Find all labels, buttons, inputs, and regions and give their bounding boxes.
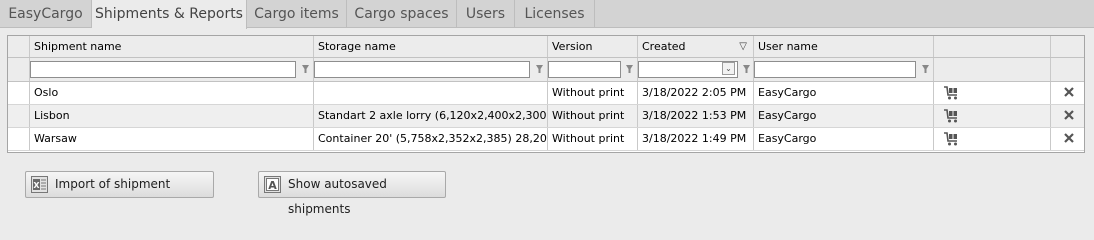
funnel-icon[interactable] — [625, 62, 634, 76]
column-header-storage-name[interactable]: Storage name — [314, 36, 548, 57]
column-header-created[interactable]: Created ▽ — [638, 36, 754, 57]
column-header-shipment-name[interactable]: Shipment name — [30, 36, 314, 57]
shipment-name-filter-input[interactable] — [30, 61, 296, 78]
storage-name-filter-input[interactable] — [314, 61, 530, 78]
delete-x-icon[interactable] — [1064, 87, 1074, 97]
row-indicator[interactable] — [8, 105, 30, 127]
table-row[interactable]: Warsaw Container 20' (5,758x2,352x2,385)… — [8, 128, 1084, 151]
shipment-name-cell[interactable]: Warsaw — [30, 128, 314, 150]
created-cell[interactable]: 3/18/2022 1:53 PM — [638, 105, 754, 127]
svg-text:A: A — [268, 179, 277, 192]
storage-name-cell[interactable] — [314, 82, 548, 104]
column-header-delete — [1051, 36, 1084, 57]
storage-name-cell[interactable]: Container 20' (5,758x2,352x2,385) 28,200 — [314, 128, 548, 150]
user-name-cell[interactable]: EasyCargo — [754, 105, 934, 127]
funnel-icon[interactable] — [742, 62, 751, 76]
tab-users[interactable]: Users — [457, 0, 515, 28]
user-name-cell[interactable]: EasyCargo — [754, 128, 934, 150]
version-cell[interactable]: Without print — [548, 82, 638, 104]
row-indicator-filter — [8, 58, 30, 81]
funnel-icon[interactable] — [921, 62, 930, 76]
import-shipment-button[interactable]: X Import of shipment — [25, 171, 214, 198]
funnel-icon[interactable] — [535, 62, 544, 76]
excel-icon: X — [31, 176, 48, 193]
storage-name-cell[interactable]: Standart 2 axle lorry (6,120x2,400x2,300… — [314, 105, 548, 127]
filter-cell-created: ⌄ — [638, 58, 754, 81]
tab-bar: EasyCargo Shipments & Reports Cargo item… — [0, 0, 1094, 29]
funnel-icon[interactable] — [301, 62, 310, 76]
version-filter-input[interactable] — [548, 61, 621, 78]
column-header-version[interactable]: Version — [548, 36, 638, 57]
shipments-grid: Shipment name Storage name Version Creat… — [7, 35, 1085, 153]
filter-cell-storage-name — [314, 58, 548, 81]
tab-cargo-spaces[interactable]: Cargo spaces — [347, 0, 457, 28]
cart-icon[interactable] — [943, 109, 959, 123]
tab-easycargo[interactable]: EasyCargo — [0, 0, 92, 28]
sort-descending-icon: ▽ — [739, 41, 747, 52]
load-cell — [934, 82, 1051, 104]
column-header-user-name[interactable]: User name — [754, 36, 934, 57]
delete-cell — [1051, 82, 1084, 104]
created-cell[interactable]: 3/18/2022 1:49 PM — [638, 128, 754, 150]
svg-text:X: X — [33, 181, 40, 190]
grid-header: Shipment name Storage name Version Creat… — [8, 36, 1084, 58]
row-indicator-header — [8, 36, 30, 57]
created-cell[interactable]: 3/18/2022 2:05 PM — [638, 82, 754, 104]
show-autosaved-label: Show autosaved shipments — [288, 177, 387, 216]
version-cell[interactable]: Without print — [548, 128, 638, 150]
table-row[interactable]: Lisbon Standart 2 axle lorry (6,120x2,40… — [8, 105, 1084, 128]
user-name-cell[interactable]: EasyCargo — [754, 82, 934, 104]
delete-cell — [1051, 105, 1084, 127]
column-header-created-label: Created — [642, 40, 686, 53]
cart-icon[interactable] — [943, 86, 959, 100]
filter-row: ⌄ — [8, 58, 1084, 82]
delete-x-icon[interactable] — [1064, 133, 1074, 143]
table-row[interactable]: Oslo Without print 3/18/2022 2:05 PM Eas… — [8, 82, 1084, 105]
user-name-filter-input[interactable] — [754, 61, 916, 78]
delete-cell — [1051, 128, 1084, 150]
chevron-down-icon[interactable]: ⌄ — [722, 62, 735, 75]
column-header-load — [934, 36, 1051, 57]
show-autosaved-button[interactable]: A Show autosaved shipments — [258, 171, 446, 216]
autosave-icon: A — [264, 176, 281, 193]
tab-cargo-items[interactable]: Cargo items — [247, 0, 347, 28]
row-indicator[interactable] — [8, 128, 30, 150]
filter-cell-user-name — [754, 58, 934, 81]
row-indicator[interactable] — [8, 82, 30, 104]
filter-cell-delete — [1051, 58, 1084, 81]
load-cell — [934, 105, 1051, 127]
delete-x-icon[interactable] — [1064, 110, 1074, 120]
filter-cell-load — [934, 58, 1051, 81]
shipment-name-cell[interactable]: Oslo — [30, 82, 314, 104]
tab-licenses[interactable]: Licenses — [515, 0, 595, 28]
shipment-name-cell[interactable]: Lisbon — [30, 105, 314, 127]
cart-icon[interactable] — [943, 132, 959, 146]
version-cell[interactable]: Without print — [548, 105, 638, 127]
filter-cell-version — [548, 58, 638, 81]
filter-cell-shipment-name — [30, 58, 314, 81]
import-shipment-label: Import of shipment — [55, 177, 171, 191]
load-cell — [934, 128, 1051, 150]
tab-shipments-reports[interactable]: Shipments & Reports — [92, 0, 247, 29]
